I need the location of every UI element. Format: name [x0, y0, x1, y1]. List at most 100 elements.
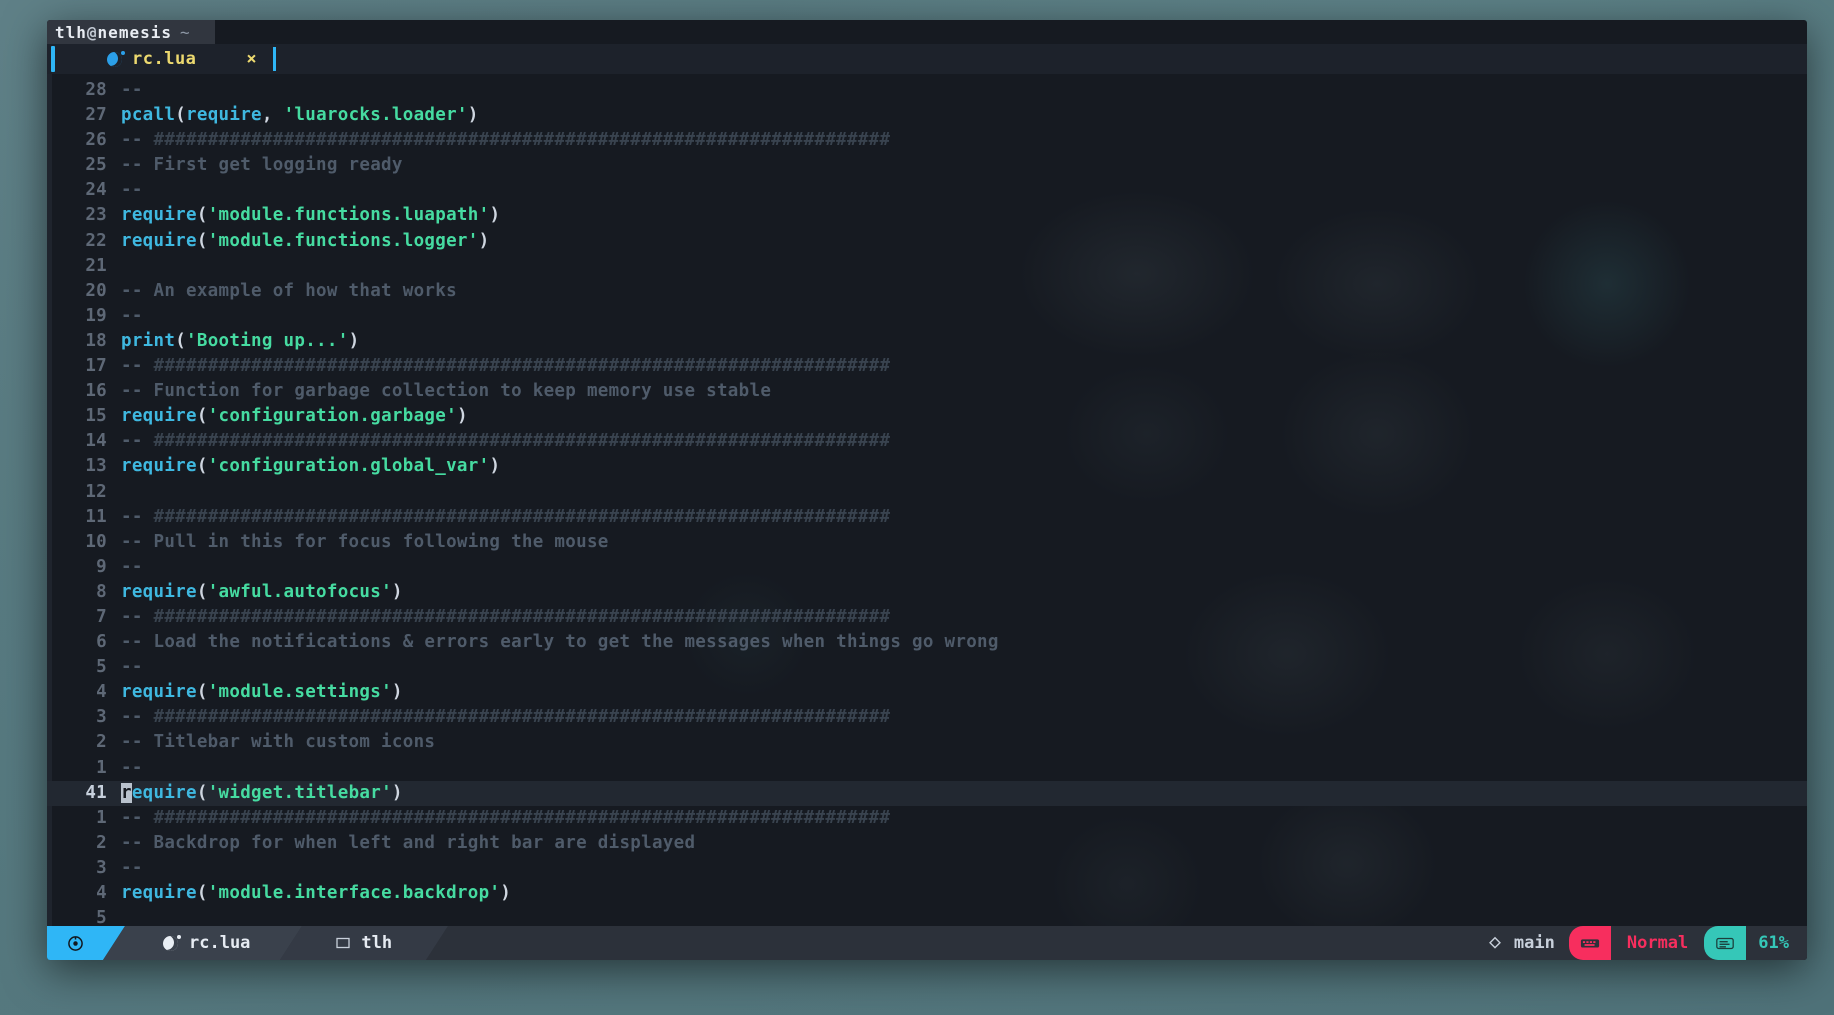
code-lines: 28 -- 27 pcall(require, 'luarocks.loader') 2… — [47, 74, 1807, 926]
code-line: 16 -- Function for garbage collection to … — [47, 379, 1807, 404]
code-line: 41 require('widget.titlebar') — [47, 780, 1807, 806]
line-number: 2 — [96, 732, 107, 753]
line-number: 27 — [85, 105, 107, 126]
line-number: 9 — [96, 556, 107, 577]
code-line: 28 -- — [47, 78, 1807, 103]
status-dir-name: tlh — [361, 933, 393, 953]
code-token: -- — [121, 657, 143, 678]
code-token: ) — [489, 456, 501, 477]
line-number: 26 — [85, 130, 107, 151]
code-token: ) — [456, 406, 468, 427]
code-text: -- Backdrop for when left and right bar … — [121, 831, 695, 856]
code-line: 15 require('configuration.garbage') — [47, 404, 1807, 429]
code-line: 14 -- ###################################… — [47, 429, 1807, 454]
code-token: -- Pull in this for focus following the … — [121, 531, 609, 552]
code-token: print — [121, 330, 176, 351]
code-token: ( — [175, 105, 187, 126]
code-token: -- — [121, 506, 154, 527]
code-text: -- Load the notifications & errors early… — [121, 630, 999, 655]
git-branch-icon — [1488, 936, 1501, 949]
code-text: -- — [121, 856, 143, 881]
code-token: ( — [175, 330, 187, 351]
code-token: -- — [121, 857, 143, 878]
code-line: 17 -- ###################################… — [47, 354, 1807, 379]
line-number: 25 — [85, 155, 107, 176]
code-token: 'module.interface.backdrop' — [207, 883, 501, 903]
code-token: ) — [478, 230, 490, 251]
code-token: ( — [196, 230, 208, 251]
code-token: ########################################… — [153, 506, 891, 527]
code-text: require('awful.autofocus') — [121, 580, 403, 605]
code-token: ) — [391, 782, 403, 803]
code-text: pcall(require, 'luarocks.loader') — [121, 103, 479, 128]
status-mode-text: Normal — [1626, 933, 1689, 953]
status-line: rc.lua tlh main Normal 61% — [47, 926, 1807, 960]
code-token: ( — [196, 406, 208, 427]
lua-moon-icon — [107, 50, 125, 67]
code-token: ) — [391, 682, 403, 703]
code-text: -- #####################################… — [121, 705, 890, 730]
code-token: equire — [131, 782, 197, 803]
code-text: require('widget.titlebar') — [121, 781, 403, 806]
code-line: 23 require('module.functions.luapath') — [47, 203, 1807, 228]
code-token: 'awful.autofocus' — [207, 581, 392, 602]
window-titlebar: tlh @ nemesis ~ — [47, 20, 215, 44]
code-token: 'module.functions.logger' — [207, 230, 479, 251]
tab-end-accent — [273, 47, 277, 71]
code-editor[interactable]: 28 -- 27 pcall(require, 'luarocks.loader') 2… — [47, 74, 1807, 926]
code-token: ) — [348, 330, 360, 351]
code-text: -- #####################################… — [121, 429, 890, 454]
code-text: require('module.functions.logger') — [121, 229, 489, 254]
code-token: -- Titlebar with custom icons — [121, 732, 436, 753]
status-file: rc.lua — [125, 926, 281, 960]
statusline-slant-1 — [103, 926, 125, 960]
code-line: 9 -- — [47, 555, 1807, 580]
code-token: ( — [196, 782, 208, 803]
code-text: require('module.settings') — [121, 680, 403, 705]
vim-logo-icon[interactable] — [47, 926, 103, 960]
code-text: -- Function for garbage collection to ke… — [121, 379, 771, 404]
titlebar-cwd: ~ — [179, 22, 191, 42]
code-line: 20 -- An example of how that works — [47, 279, 1807, 304]
code-token: -- — [121, 431, 154, 452]
code-line: 5 — [47, 906, 1807, 926]
code-text: -- — [121, 555, 143, 580]
line-number: 13 — [85, 456, 107, 477]
code-text: -- — [121, 655, 143, 680]
status-git-branch[interactable]: main — [1474, 926, 1569, 960]
code-text: -- Pull in this for focus following the … — [121, 530, 609, 555]
code-token: ) — [500, 883, 512, 903]
titlebar-at: @ — [86, 22, 98, 42]
code-token: 'widget.titlebar' — [207, 782, 392, 803]
code-text: -- — [121, 78, 143, 103]
code-token: ########################################… — [153, 606, 891, 627]
code-text: -- — [121, 756, 143, 781]
titlebar-host: nemesis — [97, 22, 172, 42]
line-number: 20 — [85, 280, 107, 301]
tab-label: rc.lua — [132, 49, 197, 69]
code-text: -- — [121, 178, 143, 203]
code-text: -- #####################################… — [121, 806, 890, 831]
code-token: -- — [121, 356, 154, 377]
code-line: 22 require('module.functions.logger') — [47, 229, 1807, 254]
code-line: 8 require('awful.autofocus') — [47, 580, 1807, 605]
code-text: -- #####################################… — [121, 505, 890, 530]
terminal-window: tlh @ nemesis ~ rc.lua × 28 -- 27 pcall(requi… — [47, 20, 1807, 960]
keyboard-glyph — [1580, 939, 1599, 948]
code-text: require('configuration.global_var') — [121, 454, 500, 479]
line-number: 2 — [96, 832, 107, 853]
line-number: 14 — [85, 431, 107, 452]
code-line: 18 print('Booting up...') — [47, 329, 1807, 354]
tab-rc-lua[interactable]: rc.lua × — [55, 44, 273, 74]
line-number: 1 — [96, 807, 107, 828]
code-token: -- — [121, 556, 143, 577]
code-token: , — [261, 105, 284, 126]
code-line: 11 -- ###################################… — [47, 505, 1807, 530]
line-number: 15 — [85, 406, 107, 427]
line-number: 11 — [85, 506, 107, 527]
code-token: ########################################… — [153, 707, 891, 728]
code-line: 4 require('module.interface.backdrop') — [47, 881, 1807, 906]
close-icon[interactable]: × — [206, 49, 257, 69]
code-line: 2 -- Backdrop for when left and right bar… — [47, 831, 1807, 856]
line-number: 41 — [85, 782, 107, 803]
